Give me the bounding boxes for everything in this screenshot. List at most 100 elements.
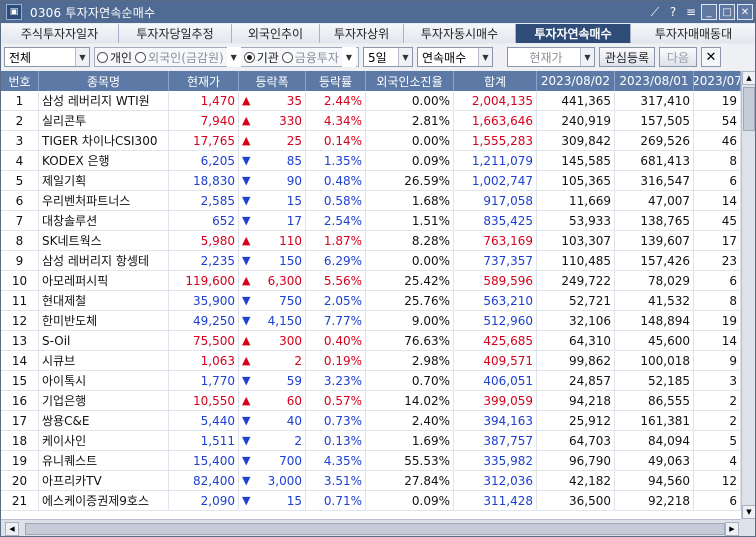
cell-date3: 12 [694, 471, 741, 490]
table-row[interactable]: 13 S-Oil 75,500 ▲ 300 0.40% 76.63% 425,685 64,31… [1, 331, 741, 351]
tab-investor-simultaneous[interactable]: 투자자동시매수 [404, 24, 516, 43]
col-header-no[interactable]: 번호 [1, 71, 39, 91]
cell-sum: 563,210 [454, 291, 537, 310]
col-header-change[interactable]: 등락폭 [239, 71, 306, 91]
cell-name: S-Oil [39, 331, 169, 350]
cell-foreign: 1.68% [366, 191, 454, 210]
table-row[interactable]: 10 아모레퍼시픽 119,600 ▲ 6,300 5.56% 25.42% 589,596 2… [1, 271, 741, 291]
tab-investor-consecutive[interactable]: 투자자연속매수 [516, 24, 631, 43]
cell-price: 2,235 [169, 251, 239, 270]
table-row[interactable]: 14 시큐브 1,063 ▲ 2 0.19% 2.98% 409,571 99,862 100,0… [1, 351, 741, 371]
pin-icon[interactable]: ⟋ [647, 4, 663, 20]
tab-investor-trading[interactable]: 투자자매매동대 [631, 24, 755, 43]
table-row[interactable]: 7 대창솔루션 652 ▼ 17 2.54% 1.51% 835,425 53,933 138,7… [1, 211, 741, 231]
change-value: 60 [286, 393, 302, 408]
cell-date3: 2 [694, 411, 741, 430]
horizontal-scrollbar[interactable]: ◀ ▶ [1, 519, 741, 536]
tab-investor-top[interactable]: 투자자상위 [320, 24, 404, 43]
col-header-rate[interactable]: 등락률 [306, 71, 366, 91]
mode-select[interactable]: 연속매수 ▼ [416, 47, 493, 67]
watchlist-button[interactable]: 관심등록 [598, 47, 655, 67]
period-select[interactable]: 5일 ▼ [362, 47, 413, 67]
radio-individual[interactable]: 개인 [97, 49, 132, 66]
close-icon[interactable]: ✕ [737, 4, 753, 20]
cell-date3: 45 [694, 211, 741, 230]
table-row[interactable]: 9 삼성 레버리지 항셍테 2,235 ▼ 150 6.29% 0.00% 737,357 11… [1, 251, 741, 271]
cell-change: ▼ 59 [239, 371, 306, 390]
table-row[interactable]: 6 우리벤처파트너스 2,585 ▼ 15 0.58% 1.68% 917,058 11,669… [1, 191, 741, 211]
table-row[interactable]: 11 현대제철 35,900 ▼ 750 2.05% 25.76% 563,210 52,721… [1, 291, 741, 311]
table-row[interactable]: 21 에스케이증권제9호스 2,090 ▼ 15 0.71% 0.09% 311,428 36,… [1, 491, 741, 511]
tab-investor-daily[interactable]: 주식투자자일자 [1, 24, 119, 43]
cell-date3: 3 [694, 371, 741, 390]
cell-change: ▲ 35 [239, 91, 306, 110]
table-row[interactable]: 16 기업은행 10,550 ▲ 60 0.57% 14.02% 399,059 94,218 8… [1, 391, 741, 411]
menu-icon[interactable]: ≡ [683, 4, 699, 20]
col-header-foreign[interactable]: 외국인소진율 [366, 71, 454, 91]
close-icon[interactable]: ✕ [700, 47, 721, 67]
next-button[interactable]: 다음 [658, 47, 697, 67]
table-row[interactable]: 15 아이톡시 1,770 ▼ 59 3.23% 0.70% 406,051 24,857 52,… [1, 371, 741, 391]
col-header-price[interactable]: 현재가 [169, 71, 239, 91]
scroll-down-icon[interactable]: ▼ [742, 505, 755, 519]
table-row[interactable]: 17 쌍용C&E 5,440 ▼ 40 0.73% 2.40% 394,163 25,912 16… [1, 411, 741, 431]
maximize-icon[interactable]: □ [719, 4, 735, 20]
cell-rate: 1.35% [306, 151, 366, 170]
scroll-left-icon[interactable]: ◀ [5, 522, 19, 536]
radio-dot [135, 51, 147, 63]
scroll-thumb[interactable] [25, 523, 725, 535]
cell-sum: 394,163 [454, 411, 537, 430]
cell-no: 16 [1, 391, 39, 410]
down-triangle-icon: ▼ [242, 214, 251, 227]
sort-select[interactable]: 현재가 ▼ [506, 47, 595, 67]
market-select[interactable]: 전체 ▼ [4, 47, 90, 67]
table-row[interactable]: 3 TIGER 차이나CSI300 17,765 ▲ 25 0.14% 0.00% 1,555… [1, 131, 741, 151]
cell-date3: 14 [694, 331, 741, 350]
change-value: 35 [286, 93, 302, 108]
cell-sum: 917,058 [454, 191, 537, 210]
table-row[interactable]: 5 제일기획 18,830 ▼ 90 0.48% 26.59% 1,002,747 105,36… [1, 171, 741, 191]
cell-rate: 0.57% [306, 391, 366, 410]
scroll-thumb[interactable] [743, 87, 755, 131]
scroll-right-icon[interactable]: ▶ [725, 522, 739, 536]
scroll-up-icon[interactable]: ▲ [742, 71, 755, 85]
table-row[interactable]: 20 아프리카TV 82,400 ▼ 3,000 3.51% 27.84% 312,036 42… [1, 471, 741, 491]
tab-investor-estimate[interactable]: 투자자당일추정 [119, 24, 232, 43]
col-header-name[interactable]: 종목명 [39, 71, 169, 91]
cell-change: ▲ 110 [239, 231, 306, 250]
col-header-sum[interactable]: 합계 [454, 71, 537, 91]
tab-foreign-trend[interactable]: 외국인추이 [232, 24, 320, 43]
cell-date2: 269,526 [615, 131, 694, 150]
down-triangle-icon: ▼ [242, 494, 251, 507]
vertical-scrollbar[interactable]: ▲ ▼ [741, 71, 755, 519]
help-icon[interactable]: ? [665, 4, 681, 20]
up-triangle-icon: ▲ [242, 274, 251, 287]
down-triangle-icon: ▼ [242, 374, 251, 387]
cell-date3: 17 [694, 231, 741, 250]
radio-financial-investment[interactable]: 금융투자 [281, 49, 339, 66]
table-row[interactable]: 18 케이사인 1,511 ▼ 2 0.13% 1.69% 387,757 64,703 84,0… [1, 431, 741, 451]
minimize-icon[interactable]: _ [701, 4, 717, 20]
radio-foreign[interactable]: 외국인(금감원) [135, 49, 224, 66]
table-row[interactable]: 2 실리콘투 7,940 ▲ 330 4.34% 2.81% 1,663,646 240,919… [1, 111, 741, 131]
table-row[interactable]: 8 SK네트웍스 5,980 ▲ 110 1.87% 8.28% 763,169 103,307… [1, 231, 741, 251]
down-triangle-icon: ▼ [242, 254, 251, 267]
cell-date3: 8 [694, 151, 741, 170]
radio-institution[interactable]: 기관 [243, 49, 279, 66]
cell-foreign: 8.28% [366, 231, 454, 250]
table-row[interactable]: 12 한미반도체 49,250 ▼ 4,150 7.77% 9.00% 512,960 32,1… [1, 311, 741, 331]
col-header-date3[interactable]: 2023/07 [694, 71, 741, 91]
col-header-date2[interactable]: 2023/08/01 [615, 71, 694, 91]
cell-rate: 7.77% [306, 311, 366, 330]
cell-name: 우리벤처파트너스 [39, 191, 169, 210]
table-row[interactable]: 4 KODEX 은행 6,205 ▼ 85 1.35% 0.09% 1,211,079 145,… [1, 151, 741, 171]
table-row[interactable]: 1 삼성 레버리지 WTI원 1,470 ▲ 35 2.44% 0.00% 2,004,135… [1, 91, 741, 111]
cell-rate: 3.23% [306, 371, 366, 390]
col-header-date1[interactable]: 2023/08/02 [537, 71, 615, 91]
foreign-dropdown[interactable]: ▼ [226, 47, 241, 67]
table-row[interactable]: 19 유니퀘스트 15,400 ▼ 700 4.35% 55.53% 335,982 96,79… [1, 451, 741, 471]
financial-dropdown[interactable]: ▼ [341, 47, 356, 67]
cell-foreign: 0.70% [366, 371, 454, 390]
cell-rate: 0.48% [306, 171, 366, 190]
cell-foreign: 27.84% [366, 471, 454, 490]
